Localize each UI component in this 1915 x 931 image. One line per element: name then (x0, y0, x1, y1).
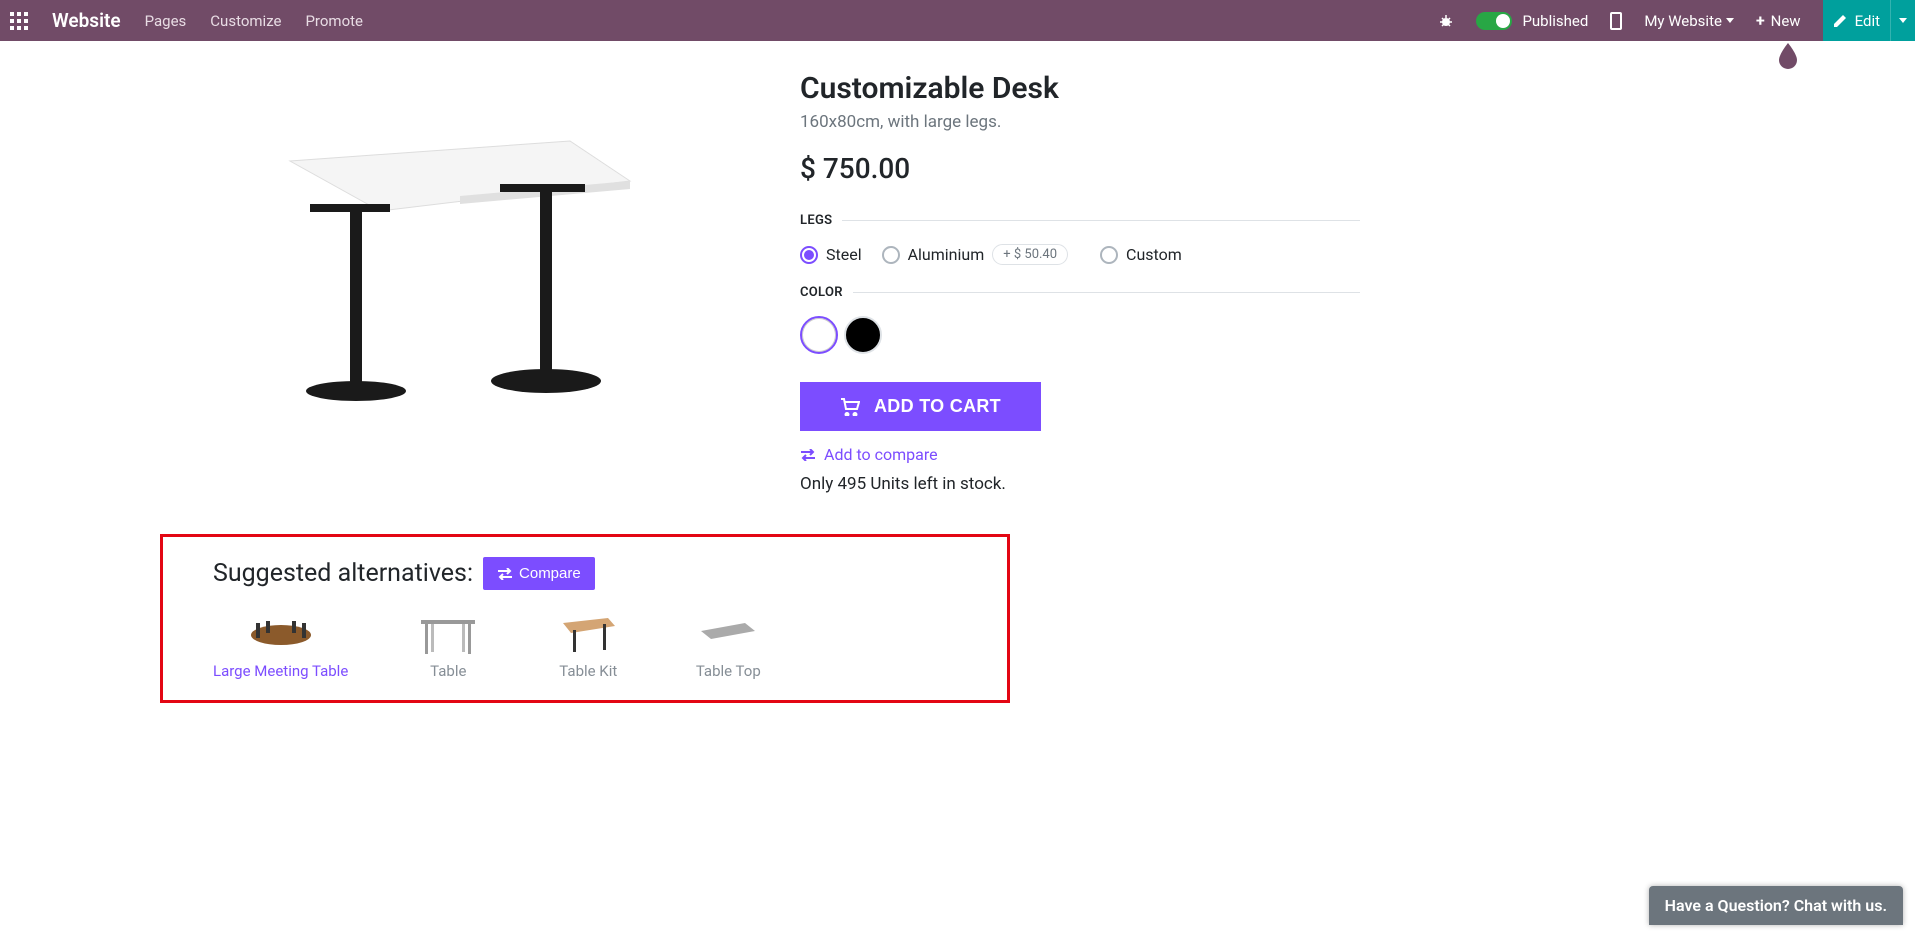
product-title: Customizable Desk (800, 71, 1360, 106)
compare-button[interactable]: Compare (483, 557, 595, 590)
radio-icon (882, 246, 900, 264)
suggested-item-name: Table Kit (548, 662, 628, 680)
edit-dropdown[interactable] (1890, 0, 1915, 41)
nav-promote[interactable]: Promote (305, 12, 363, 30)
price-extra-badge: + $ 50.40 (992, 244, 1068, 265)
mobile-icon[interactable] (1610, 12, 1622, 30)
radio-icon (1100, 246, 1118, 264)
color-swatch-black[interactable] (844, 316, 882, 354)
edit-button[interactable]: Edit (1823, 0, 1890, 41)
nav-customize[interactable]: Customize (210, 12, 281, 30)
suggested-item[interactable]: Table Top (688, 608, 768, 680)
legs-options: Steel Aluminium + $ 50.40 Custom (800, 244, 1360, 265)
legs-option-custom[interactable]: Custom (1100, 245, 1182, 264)
legs-option-aluminium[interactable]: Aluminium + $ 50.40 (882, 244, 1068, 265)
topbar-left: Website Pages Customize Promote (0, 9, 363, 32)
theme-drop-icon[interactable] (1776, 41, 1800, 69)
edit-label: Edit (1855, 12, 1880, 30)
add-to-compare-label: Add to compare (824, 445, 938, 464)
suggested-title: Suggested alternatives: (213, 559, 473, 588)
suggested-item-image (548, 608, 628, 658)
add-to-compare-link[interactable]: Add to compare (800, 445, 1360, 464)
radio-icon (800, 246, 818, 264)
new-label: New (1771, 12, 1801, 30)
topbar: Website Pages Customize Promote Publishe… (0, 0, 1915, 41)
color-swatch-white[interactable] (800, 316, 838, 354)
suggested-item-name: Large Meeting Table (213, 662, 348, 680)
product-price: $ 750.00 (800, 152, 1360, 185)
variant-legs-label: LEGS (800, 213, 1360, 228)
suggested-item-name: Table (408, 662, 488, 680)
suggested-item-image (241, 608, 321, 658)
published-toggle[interactable] (1476, 12, 1512, 30)
suggested-alternatives: Suggested alternatives: Compare Large Me… (160, 534, 1010, 703)
nav-pages[interactable]: Pages (145, 12, 187, 30)
suggested-item-name: Table Top (688, 662, 768, 680)
plus-icon: + (1756, 11, 1765, 30)
topbar-right: Published My Website + New Edit (1438, 0, 1915, 41)
published-label: Published (1522, 12, 1588, 30)
suggested-item-image (688, 608, 768, 658)
chevron-down-icon (1899, 18, 1907, 23)
radio-label: Aluminium (908, 245, 985, 264)
color-options (800, 316, 1360, 354)
chat-widget[interactable]: Have a Question? Chat with us. (1649, 886, 1903, 925)
radio-label: Custom (1126, 245, 1182, 264)
suggested-item[interactable]: Table Kit (548, 608, 628, 680)
suggested-item[interactable]: Table (408, 608, 488, 680)
add-to-cart-button[interactable]: ADD TO CART (800, 382, 1041, 431)
mywebsite-label: My Website (1644, 12, 1722, 30)
product-subtitle: 160x80cm, with large legs. (800, 112, 1360, 132)
suggested-items: Large Meeting Table Table Table Kit Tabl… (213, 608, 957, 680)
suggested-item-image (408, 608, 488, 658)
exchange-icon (800, 449, 816, 461)
compare-label: Compare (519, 565, 581, 582)
cart-icon (840, 398, 860, 416)
main-content: Customizable Desk 160x80cm, with large l… (0, 41, 1915, 931)
apps-icon[interactable] (10, 12, 28, 30)
legs-option-steel[interactable]: Steel (800, 245, 862, 264)
product-image[interactable] (160, 61, 720, 481)
pencil-icon (1833, 14, 1847, 28)
product-section: Customizable Desk 160x80cm, with large l… (160, 61, 1815, 494)
new-button[interactable]: + New (1756, 11, 1801, 30)
suggested-header: Suggested alternatives: Compare (213, 557, 957, 590)
radio-label: Steel (826, 245, 862, 264)
bug-icon[interactable] (1438, 13, 1454, 29)
stock-info: Only 495 Units left in stock. (800, 474, 1360, 494)
mywebsite-dropdown[interactable]: My Website (1644, 12, 1734, 30)
variant-color: COLOR (800, 285, 1360, 354)
add-to-cart-label: ADD TO CART (874, 396, 1001, 417)
suggested-item[interactable]: Large Meeting Table (213, 608, 348, 680)
variant-color-label: COLOR (800, 285, 1360, 300)
variant-legs: LEGS Steel Aluminium + $ 50.40 Custom (800, 213, 1360, 265)
exchange-icon (497, 568, 513, 580)
product-info: Customizable Desk 160x80cm, with large l… (800, 61, 1360, 494)
chevron-down-icon (1726, 18, 1734, 23)
brand[interactable]: Website (52, 9, 121, 32)
